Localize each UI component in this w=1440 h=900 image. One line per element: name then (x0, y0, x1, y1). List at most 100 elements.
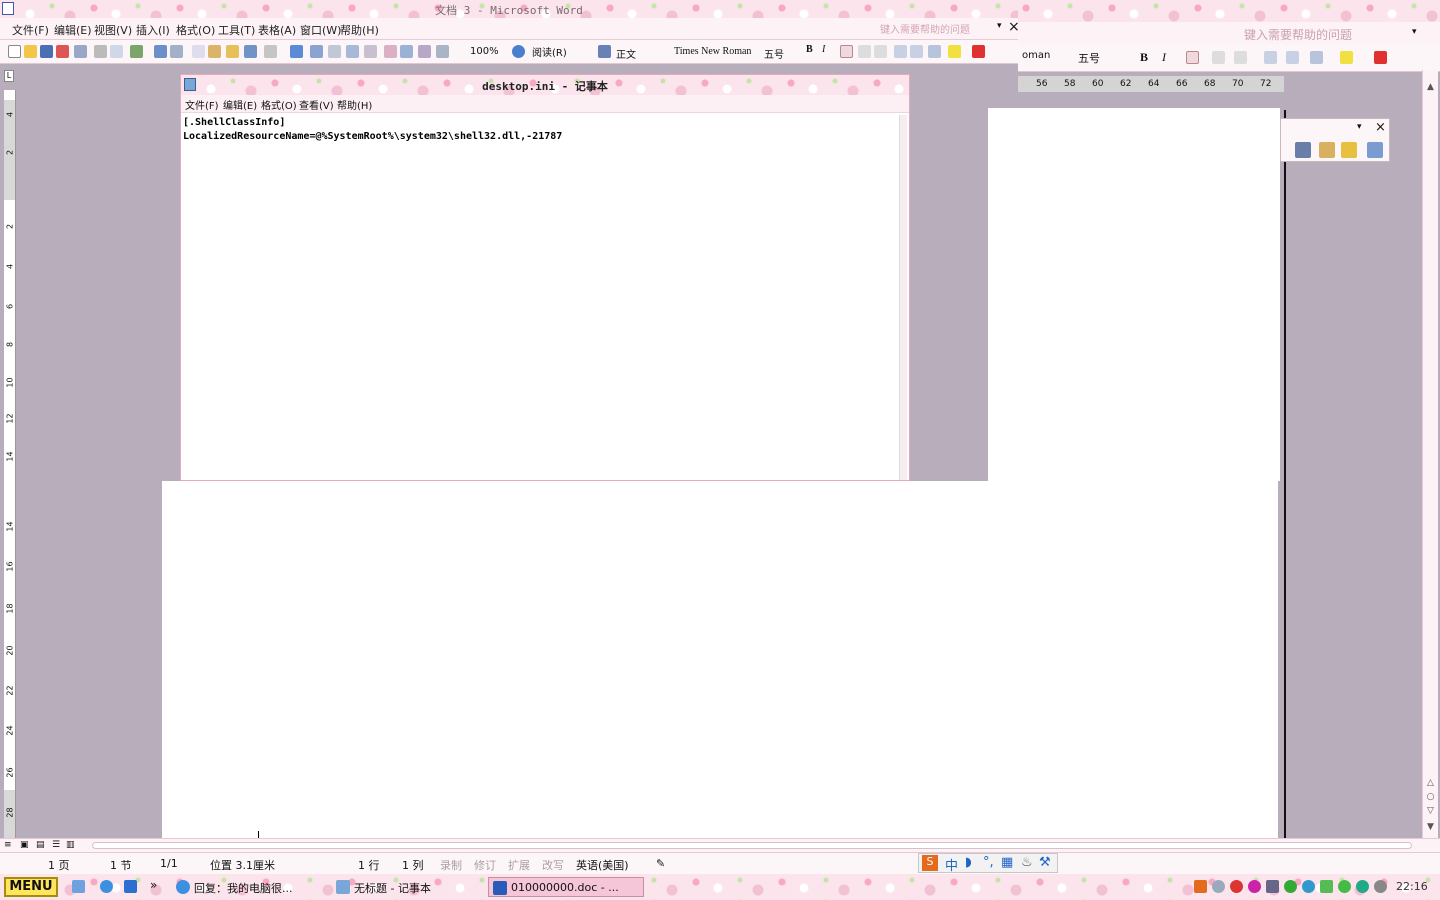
print-icon[interactable] (94, 45, 107, 58)
word2-numbering-icon[interactable] (1264, 51, 1277, 64)
bullets-icon[interactable] (910, 45, 923, 58)
toolbar-close-icon[interactable]: × (1375, 120, 1386, 135)
ime-mode[interactable]: 中 (945, 855, 958, 874)
scroll-track[interactable] (92, 842, 1412, 849)
highlight-icon[interactable] (948, 45, 961, 58)
np-menu-edit[interactable]: 编辑(E) (223, 97, 257, 112)
halfwidth-icon[interactable]: ◗ (965, 855, 972, 870)
toolbar-options-icon[interactable]: ▾ (1357, 122, 1362, 132)
status-record[interactable]: 录制 (440, 857, 462, 873)
show-hide-icon[interactable] (418, 45, 431, 58)
notepad-title-bar[interactable]: desktop.ini - 记事本 (181, 75, 909, 95)
qq-icon[interactable] (1248, 880, 1261, 893)
scroll-up-icon[interactable]: ▲ (1425, 82, 1436, 92)
word2-horizontal-ruler[interactable]: 56 58 60 62 64 66 68 70 72 (1018, 76, 1284, 92)
permission-icon[interactable] (56, 45, 69, 58)
scroll-up-icon[interactable]: △ (1425, 778, 1436, 788)
more-icon[interactable]: » (150, 878, 157, 892)
word2-align-center-icon[interactable] (1212, 51, 1225, 64)
menu-format[interactable]: 格式(O) (176, 22, 215, 38)
insert-table-icon[interactable] (328, 45, 341, 58)
np-menu-help[interactable]: 帮助(H) (337, 97, 372, 112)
start-button[interactable]: MENU (4, 877, 58, 897)
spelling-icon[interactable] (130, 45, 143, 58)
hyperlink-icon[interactable] (290, 45, 303, 58)
vertical-ruler[interactable]: 4 2 2 4 6 8 10 12 14 14 16 18 20 22 24 2… (4, 90, 16, 838)
drawing-icon[interactable] (384, 45, 397, 58)
redo-icon[interactable] (264, 45, 277, 58)
monitor-icon[interactable] (1320, 880, 1333, 893)
word2-indent-icon[interactable] (1310, 51, 1323, 64)
vertical-scrollbar[interactable]: ▲ △ ○ ▽ ▼ (1422, 70, 1438, 838)
status-extend[interactable]: 扩展 (508, 857, 530, 873)
reading-view-icon[interactable]: ▥ (66, 840, 75, 850)
print-preview-icon[interactable] (110, 45, 123, 58)
word2-align-right-icon[interactable] (1234, 51, 1247, 64)
skin-icon[interactable]: ♨ (1021, 855, 1033, 870)
network-icon[interactable] (1266, 880, 1279, 893)
word2-help-box[interactable]: 键入需要帮助的问题 (1244, 26, 1352, 43)
cut-icon[interactable] (170, 45, 183, 58)
reset-icon[interactable] (1319, 142, 1335, 158)
align-right-icon[interactable] (874, 45, 887, 58)
help-icon[interactable] (512, 45, 525, 58)
italic-button[interactable]: I (822, 44, 825, 55)
clock[interactable]: 22:16 (1396, 880, 1428, 893)
word2-font-color-icon[interactable] (1374, 51, 1387, 64)
word2-align-left-icon[interactable] (1186, 51, 1199, 64)
notepad-text-area[interactable]: [.ShellClassInfo] LocalizedResourceName=@… (183, 116, 562, 144)
menu-view[interactable]: 视图(V) (94, 22, 132, 38)
tab-selector[interactable]: L (4, 70, 14, 82)
bold-button[interactable]: B (806, 44, 813, 55)
status-overtype[interactable]: 改写 (542, 857, 564, 873)
web-view-icon[interactable]: ▣ (20, 840, 29, 850)
np-menu-format[interactable]: 格式(O) (261, 97, 297, 112)
indent-icon[interactable] (928, 45, 941, 58)
np-menu-view[interactable]: 查看(V) (299, 97, 334, 112)
word2-font-size-select[interactable]: 五号 (1074, 47, 1124, 65)
insert-picture-icon[interactable] (436, 45, 449, 58)
menu-edit[interactable]: 编辑(E) (54, 22, 92, 38)
scroll-down-icon[interactable]: ▼ (1425, 822, 1436, 832)
font-color-icon[interactable] (972, 45, 985, 58)
zoom-select[interactable]: 100% (466, 43, 510, 60)
help-question-box[interactable]: 键入需要帮助的问题 (880, 21, 1000, 37)
menu-help[interactable]: 帮助(H) (340, 22, 379, 38)
add-icon[interactable] (1338, 880, 1351, 893)
save-icon[interactable] (40, 45, 53, 58)
insert-icon[interactable] (1367, 142, 1383, 158)
align-center-icon[interactable] (858, 45, 871, 58)
new-icon[interactable] (8, 45, 21, 58)
font-size-select[interactable]: 五号 (760, 43, 798, 61)
paste-icon[interactable] (208, 45, 221, 58)
menu-insert[interactable]: 插入(I) (136, 22, 170, 38)
disk-icon[interactable] (1374, 880, 1387, 893)
menu-tools[interactable]: 工具(T) (218, 22, 255, 38)
np-menu-file[interactable]: 文件(F) (185, 97, 219, 112)
tables-borders-icon[interactable] (310, 45, 323, 58)
pencil-icon[interactable] (1341, 142, 1357, 158)
settings-wrench-icon[interactable]: ⚒ (1039, 855, 1051, 870)
scroll-down-icon[interactable]: ▽ (1425, 806, 1436, 816)
format-painter-icon[interactable] (226, 45, 239, 58)
sogou-tray-icon[interactable] (1194, 880, 1207, 893)
normal-view-icon[interactable]: ≡ (4, 840, 12, 850)
align-left-icon[interactable] (840, 45, 853, 58)
font-select[interactable]: Times New Roman (670, 43, 758, 60)
outline-view-icon[interactable]: ☰ (52, 840, 60, 850)
read-button[interactable]: 阅读(R) (532, 44, 567, 59)
open-icon[interactable] (24, 45, 37, 58)
word2-menu-dropdown-icon[interactable]: ▾ (1412, 27, 1417, 37)
insert-excel-icon[interactable] (346, 45, 359, 58)
word2-italic-button[interactable]: I (1162, 50, 1166, 65)
picture-icon[interactable] (1295, 142, 1311, 158)
page-fragment[interactable] (988, 108, 1280, 481)
word2-font-select[interactable]: oman (1018, 47, 1070, 64)
menu-window[interactable]: 窗口(W) (300, 22, 341, 38)
menu-dropdown-icon[interactable]: ▾ (997, 21, 1002, 31)
word2-bold-button[interactable]: B (1140, 50, 1148, 65)
show-desktop-icon[interactable] (72, 880, 85, 893)
undo-icon[interactable] (244, 45, 257, 58)
copy-icon[interactable] (192, 45, 205, 58)
word2-bullets-icon[interactable] (1286, 51, 1299, 64)
